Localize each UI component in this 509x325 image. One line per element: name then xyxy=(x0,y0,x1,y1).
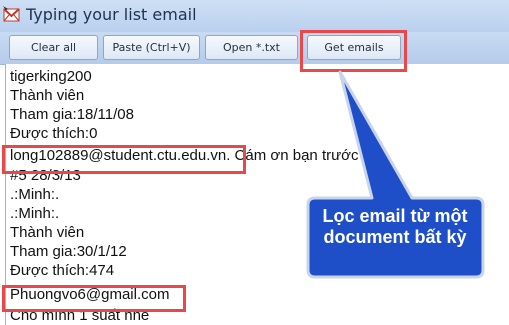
text-line-email: Phuongvo6@gmail.com xyxy=(10,286,170,303)
text-line: Được thích:0 xyxy=(10,125,98,142)
get-emails-button[interactable]: Get emails xyxy=(307,35,401,60)
paste-button[interactable]: Paste (Ctrl+V) xyxy=(103,35,200,60)
text-line: #5 28/3/13 xyxy=(10,167,81,184)
text-line: .:Minh:. xyxy=(10,186,60,203)
window-title: Typing your list email xyxy=(26,5,197,24)
clear-all-button[interactable]: Clear all xyxy=(9,35,98,60)
open-txt-button[interactable]: Open *.txt xyxy=(205,35,298,60)
toolbar: Clear all Paste (Ctrl+V) Open *.txt Get … xyxy=(0,32,509,65)
text-line-email: long102889@student.ctu.edu.vn. Cám ơn bạ… xyxy=(10,147,392,164)
text-line: tigerking200 xyxy=(10,68,92,85)
text-line: Thành viên xyxy=(10,224,85,241)
text-line: Tham gia:18/11/08 xyxy=(10,106,134,123)
text-line: .:Minh:. xyxy=(10,205,60,222)
text-line: Được thích:474 xyxy=(10,262,115,279)
text-line: Tham gia:30/1/12 xyxy=(10,243,127,260)
text-line: Thành viên xyxy=(10,87,85,104)
title-bar: Typing your list email xyxy=(0,0,509,32)
callout-text: Lọc email từ một document bất kỳ xyxy=(322,206,468,247)
email-text-area[interactable]: tigerking200 Thành viên Tham gia:18/11/0… xyxy=(5,64,509,325)
text-line: Cho mình 1 suất nhé xyxy=(10,307,150,324)
mail-app-icon xyxy=(3,6,20,22)
